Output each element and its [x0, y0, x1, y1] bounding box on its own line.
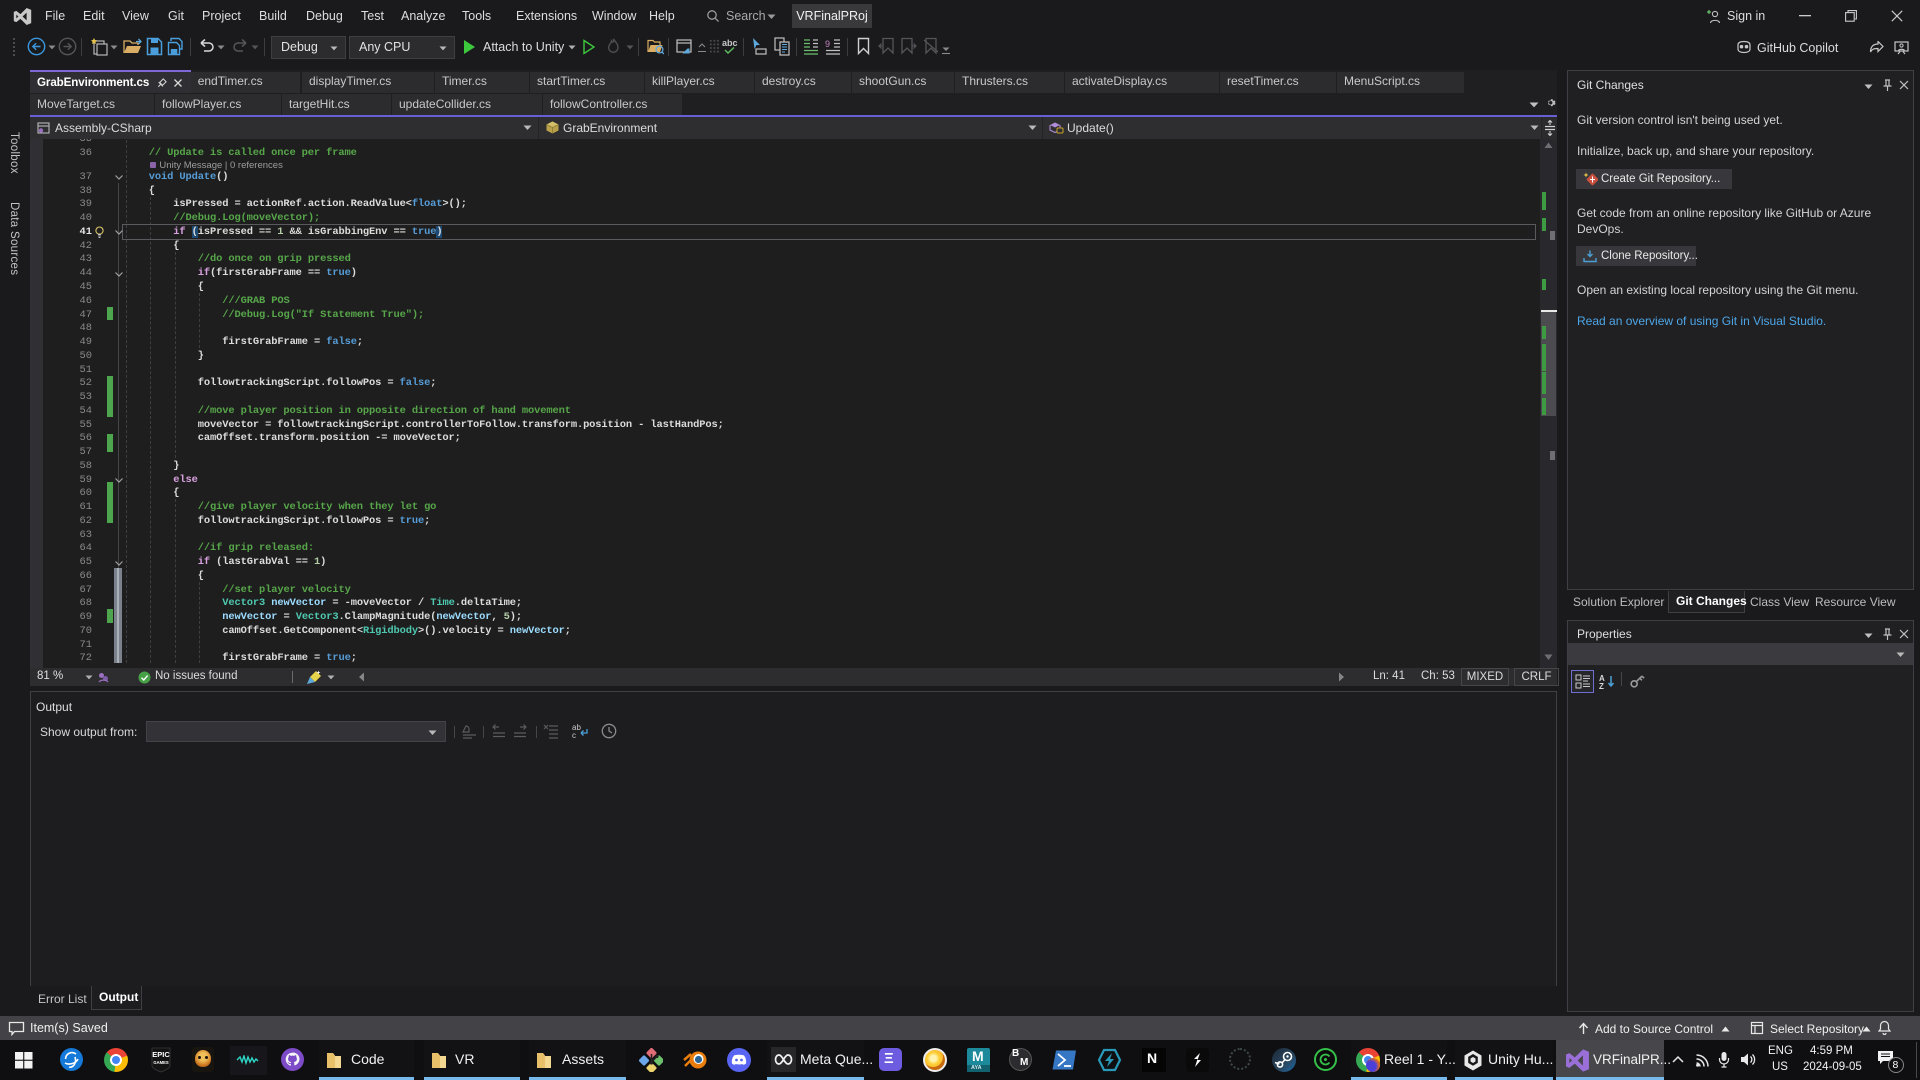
svg-text:9: 9	[825, 39, 830, 49]
svg-text:EPIC: EPIC	[152, 1050, 170, 1059]
svg-text:Z: Z	[1599, 682, 1604, 690]
svg-text:GAMES: GAMES	[153, 1060, 169, 1065]
svg-text:c: c	[572, 731, 576, 739]
